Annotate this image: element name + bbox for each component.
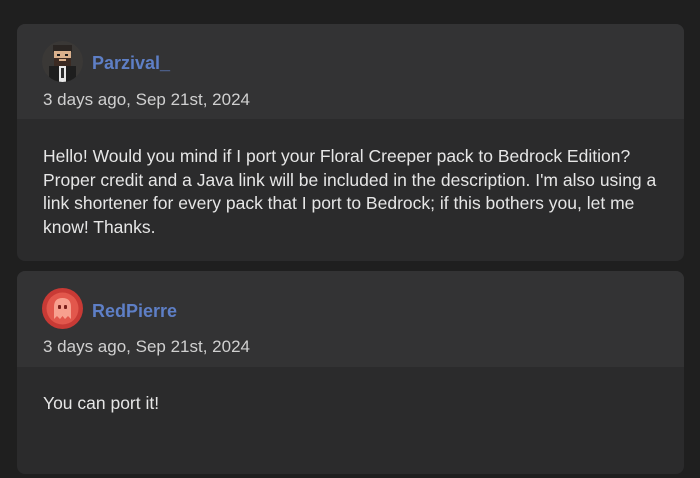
comment-text: Hello! Would you mind if I port your Flo… [43,146,657,237]
username-link[interactable]: Parzival_ [92,53,170,74]
username-link[interactable]: RedPierre [92,301,177,322]
comment-header: RedPierre 3 days ago, Sep 21st, 2024 [17,271,684,367]
comment-card: RedPierre 3 days ago, Sep 21st, 2024 You… [17,271,684,474]
avatar-image [42,288,83,329]
red-ghost-avatar-icon[interactable] [42,288,83,329]
pixel-bearded-man-avatar-icon[interactable] [42,41,83,82]
comment-card: Parzival_ 3 days ago, Sep 21st, 2024 Hel… [17,24,684,261]
comment-text: You can port it! [43,393,160,413]
comments-page: Parzival_ 3 days ago, Sep 21st, 2024 Hel… [0,0,700,478]
comment-timestamp: 3 days ago, Sep 21st, 2024 [43,90,250,109]
avatar-image [42,41,83,82]
comment-timestamp: 3 days ago, Sep 21st, 2024 [43,337,250,356]
comment-header: Parzival_ 3 days ago, Sep 21st, 2024 [17,24,684,119]
